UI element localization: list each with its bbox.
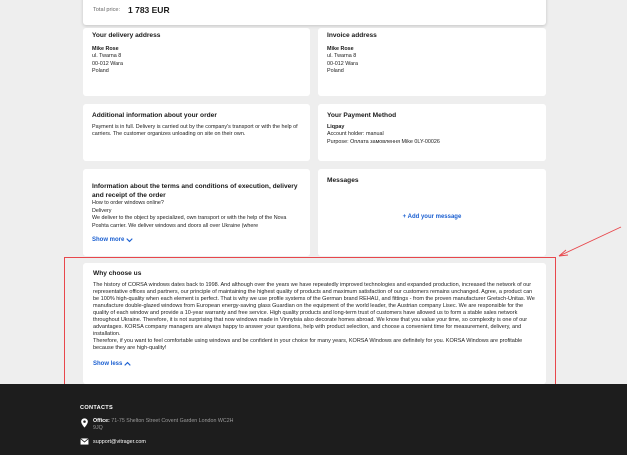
payment-purpose: Purpose: Оплата замовлення Mike 0LY-0002… (327, 138, 440, 145)
delivery-address-title: Your delivery address (92, 32, 161, 39)
delivery-city: 00-012 Wara (92, 60, 123, 67)
terms-info-card: Information about the terms and conditio… (83, 169, 310, 256)
payment-account-holder: Account holder: manual (327, 131, 384, 138)
total-price-card: Total price: 1 783 EUR (83, 0, 546, 25)
invoice-city: 00-012 Wara (327, 60, 358, 67)
footer: CONTACTS Office: 71-75 Shelton Street Co… (0, 384, 627, 455)
delivery-country: Poland (92, 68, 109, 75)
why-choose-us-paragraph-1: The history of CORSA windows dates back … (93, 281, 535, 337)
footer-email-address[interactable]: support@vitrager.com (93, 439, 146, 445)
why-choose-us-paragraph-2: Therefore, if you want to feel comfortab… (93, 337, 523, 351)
additional-info-card: Additional information about your order … (83, 104, 310, 161)
additional-info-text: Payment is in full. Delivery is carried … (92, 123, 298, 138)
terms-line-how-to-order: How to order windows online? (92, 200, 164, 206)
messages-card: Messages + Add your message (318, 169, 546, 256)
footer-office-address: 71-75 Shelton Street Covent Garden Londo… (93, 418, 234, 431)
show-less-label: Show less (93, 360, 123, 367)
footer-contacts-heading: CONTACTS (80, 405, 114, 411)
total-price-label: Total price: (93, 7, 121, 13)
why-choose-us-card: Why choose us The history of CORSA windo… (83, 263, 546, 384)
mail-icon (80, 438, 89, 445)
show-more-label: Show more (92, 237, 125, 243)
invoice-address-card: Invoice address Mike Rose ul. Twarna 8 0… (318, 28, 546, 96)
terms-info-title: Information about the terms and conditio… (92, 183, 298, 199)
chevron-up-icon (124, 361, 132, 366)
chevron-down-icon (126, 238, 134, 243)
footer-office-label: Office: (93, 418, 110, 424)
delivery-name: Mike Rose (92, 45, 119, 52)
messages-title: Messages (327, 177, 359, 184)
delivery-street: ul. Twarna 8 (92, 53, 122, 60)
total-price-value: 1 783 EUR (128, 5, 170, 15)
footer-email[interactable]: support@vitrager.com (80, 438, 146, 445)
invoice-address-title: Invoice address (327, 32, 377, 39)
footer-office: Office: 71-75 Shelton Street Covent Gard… (80, 418, 243, 432)
payment-method-title: Your Payment Method (327, 112, 397, 119)
show-less-button[interactable]: Show less (93, 361, 536, 367)
annotation-arrow-icon (558, 226, 622, 257)
terms-info-body: How to order windows online? Delivery We… (92, 200, 301, 240)
terms-line-delivery: Delivery (92, 207, 112, 214)
additional-info-title: Additional information about your order (92, 112, 217, 119)
why-choose-us-title: Why choose us (93, 270, 142, 277)
terms-line-delivery-text: We deliver to the object by specialized,… (92, 215, 287, 229)
invoice-name: Mike Rose (327, 45, 354, 52)
invoice-street: ul. Twarna 8 (327, 53, 357, 60)
payment-method-name: Liqpay (327, 123, 345, 130)
show-more-button[interactable]: Show more (92, 237, 134, 243)
location-pin-icon (81, 418, 88, 428)
payment-method-card: Your Payment Method Liqpay Account holde… (318, 104, 546, 161)
delivery-address-card: Your delivery address Mike Rose ul. Twar… (83, 28, 310, 96)
add-message-button[interactable]: + Add your message (403, 214, 462, 220)
invoice-country: Poland (327, 68, 344, 75)
